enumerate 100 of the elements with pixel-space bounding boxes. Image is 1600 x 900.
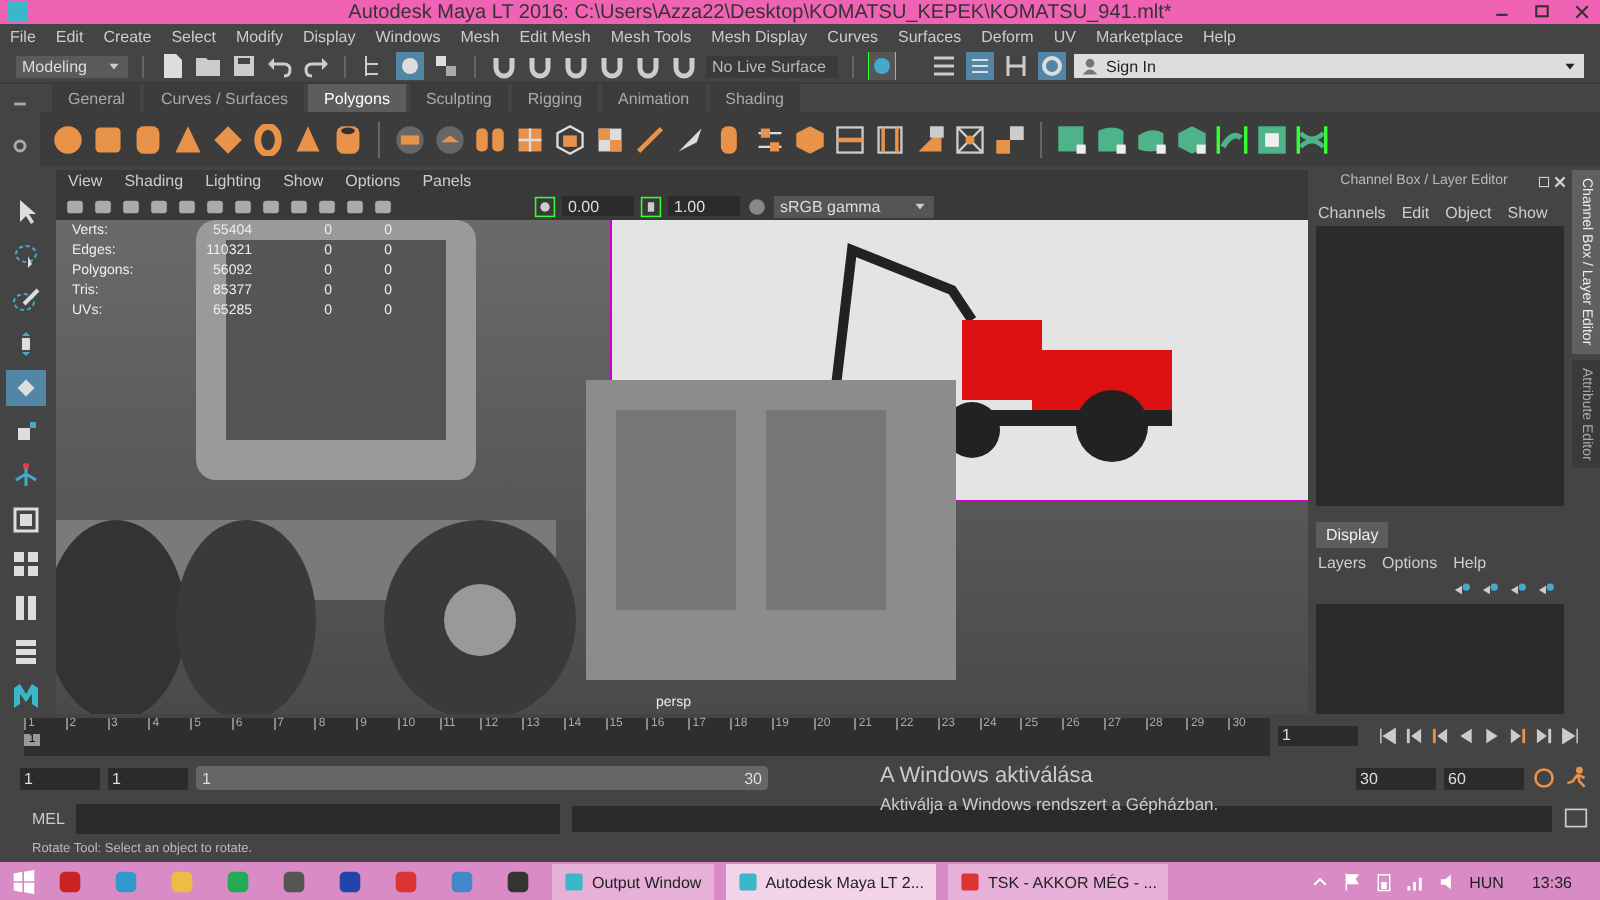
layer-add-icon[interactable] bbox=[1480, 580, 1500, 600]
playback-start-field[interactable]: 1 bbox=[108, 767, 188, 789]
channel-menu-item[interactable]: Edit bbox=[1401, 204, 1430, 222]
menu-item[interactable]: File bbox=[10, 28, 36, 46]
start-icon[interactable] bbox=[12, 870, 36, 894]
menu-item[interactable]: Select bbox=[171, 28, 216, 46]
panel-menu-item[interactable]: View bbox=[68, 172, 103, 190]
scale-icon[interactable] bbox=[12, 418, 40, 446]
panel-menu-item[interactable]: Show bbox=[283, 172, 324, 190]
next-key-icon[interactable] bbox=[1508, 726, 1528, 746]
taskbar-button[interactable]: Output Window bbox=[552, 864, 714, 900]
nodes-icon[interactable] bbox=[754, 123, 786, 155]
previous-key-icon[interactable] bbox=[1430, 726, 1450, 746]
collapse-icon[interactable] bbox=[954, 123, 986, 155]
redo-icon[interactable] bbox=[302, 52, 330, 80]
panel-menu-item[interactable]: Options bbox=[345, 172, 401, 190]
go-to-start-icon[interactable] bbox=[1378, 726, 1398, 746]
cube-icon[interactable] bbox=[92, 123, 124, 155]
channel-menu-item[interactable]: Show bbox=[1507, 204, 1548, 222]
magnet-icon[interactable] bbox=[490, 52, 518, 80]
close-icon[interactable] bbox=[1572, 2, 1592, 22]
shelf-tab[interactable]: Sculpting bbox=[409, 84, 508, 112]
maximize-icon[interactable] bbox=[1532, 2, 1552, 22]
sphere-icon[interactable] bbox=[52, 123, 84, 155]
playback-end-field[interactable]: 30 bbox=[1356, 767, 1436, 789]
layer-menu-item[interactable]: Options bbox=[1382, 554, 1438, 572]
shelf-tab[interactable]: Curves / Surfaces bbox=[144, 84, 305, 112]
panel-menu-item[interactable]: Shading bbox=[124, 172, 184, 190]
knife-icon[interactable] bbox=[674, 123, 706, 155]
menu-item[interactable]: Surfaces bbox=[898, 28, 962, 46]
tool-settings-icon[interactable] bbox=[1002, 52, 1030, 80]
magnet-icon[interactable] bbox=[526, 52, 554, 80]
layer-tab[interactable]: Display bbox=[1316, 522, 1389, 548]
pipe-icon[interactable] bbox=[332, 123, 364, 155]
uv-shape-icon[interactable] bbox=[1096, 123, 1128, 155]
magnet-icon[interactable] bbox=[598, 52, 626, 80]
edge-ring-icon[interactable] bbox=[874, 123, 906, 155]
cylinder-icon[interactable] bbox=[132, 123, 164, 155]
layer-add-icon[interactable] bbox=[1508, 580, 1528, 600]
current-frame-field[interactable]: 1 bbox=[1278, 726, 1358, 746]
lasso-icon[interactable] bbox=[12, 242, 40, 270]
menu-item[interactable]: Create bbox=[103, 28, 152, 46]
torus-icon[interactable] bbox=[252, 123, 284, 155]
outliner-icon[interactable] bbox=[12, 638, 40, 666]
panel-menu-item[interactable]: Panels bbox=[422, 172, 472, 190]
layer-menu-item[interactable]: Help bbox=[1453, 554, 1487, 572]
menu-item[interactable]: Help bbox=[1203, 28, 1236, 46]
magnet-icon[interactable] bbox=[670, 52, 698, 80]
range-slider[interactable]: 1 30 bbox=[196, 766, 768, 790]
step-forward-icon[interactable] bbox=[1534, 726, 1554, 746]
two-view-icon[interactable] bbox=[12, 594, 40, 622]
channel-menu-item[interactable]: Channels bbox=[1318, 204, 1386, 222]
four-view-icon[interactable] bbox=[12, 550, 40, 578]
menu-item[interactable]: Modify bbox=[235, 28, 283, 46]
manipulator-icon[interactable] bbox=[12, 462, 40, 490]
color-space-dropdown[interactable]: sRGB gamma bbox=[774, 195, 934, 217]
exposure-field[interactable]: 0.00 bbox=[562, 196, 634, 216]
attribute-editor-icon[interactable] bbox=[930, 52, 958, 80]
shelf-tab[interactable]: Animation bbox=[602, 84, 706, 112]
shelf-tab[interactable]: Rigging bbox=[511, 84, 599, 112]
menu-item[interactable]: Curves bbox=[827, 28, 879, 46]
command-language-label[interactable]: MEL bbox=[32, 809, 65, 827]
magnet-icon[interactable] bbox=[634, 52, 662, 80]
menu-item[interactable]: Mesh Display bbox=[711, 28, 808, 46]
taskbar-button[interactable]: Autodesk Maya LT 2... bbox=[725, 864, 937, 900]
shelf-tab[interactable]: Shading bbox=[709, 84, 800, 112]
sign-in-dropdown[interactable]: Sign In bbox=[1074, 54, 1584, 78]
play-icon[interactable] bbox=[1482, 726, 1502, 746]
uv-layout-icon[interactable] bbox=[1296, 123, 1328, 155]
cone-icon[interactable] bbox=[172, 123, 204, 155]
gamma-icon[interactable] bbox=[640, 195, 662, 217]
edge-loop-icon[interactable] bbox=[834, 123, 866, 155]
menu-item[interactable]: Mesh Tools bbox=[610, 28, 692, 46]
command-input[interactable] bbox=[76, 803, 561, 833]
layer-menu-item[interactable]: Layers bbox=[1318, 554, 1367, 572]
uv-unfold-icon[interactable] bbox=[1216, 123, 1248, 155]
input-language[interactable]: HUN bbox=[1469, 873, 1504, 891]
layer-add-icon[interactable] bbox=[1452, 580, 1472, 600]
channel-menu-item[interactable]: Object bbox=[1445, 204, 1492, 222]
split-shape-icon[interactable] bbox=[474, 123, 506, 155]
pyramid-icon[interactable] bbox=[292, 123, 324, 155]
magnet-icon[interactable] bbox=[562, 52, 590, 80]
play-backward-icon[interactable] bbox=[1456, 726, 1476, 746]
menu-item[interactable]: Deform bbox=[981, 28, 1034, 46]
menu-item[interactable]: UV bbox=[1053, 28, 1076, 46]
shelf-tab[interactable]: Polygons bbox=[308, 84, 406, 112]
paint-select-icon[interactable] bbox=[12, 286, 40, 314]
menu-item[interactable]: Mesh bbox=[460, 28, 500, 46]
go-to-end-icon[interactable] bbox=[1560, 726, 1580, 746]
end-time-field[interactable]: 60 bbox=[1444, 767, 1524, 789]
step-back-icon[interactable] bbox=[1404, 726, 1424, 746]
diamond-icon[interactable] bbox=[212, 123, 244, 155]
merge-icon[interactable] bbox=[994, 123, 1026, 155]
single-view-icon[interactable] bbox=[12, 506, 40, 534]
mode-dropdown[interactable]: Modeling bbox=[16, 55, 128, 77]
auto-key-icon[interactable] bbox=[1532, 766, 1556, 790]
running-figure-icon[interactable] bbox=[1564, 766, 1588, 790]
menu-item[interactable]: Display bbox=[303, 28, 356, 46]
clock[interactable]: 13:36 bbox=[1515, 873, 1588, 891]
menu-item[interactable]: Edit Mesh bbox=[519, 28, 591, 46]
